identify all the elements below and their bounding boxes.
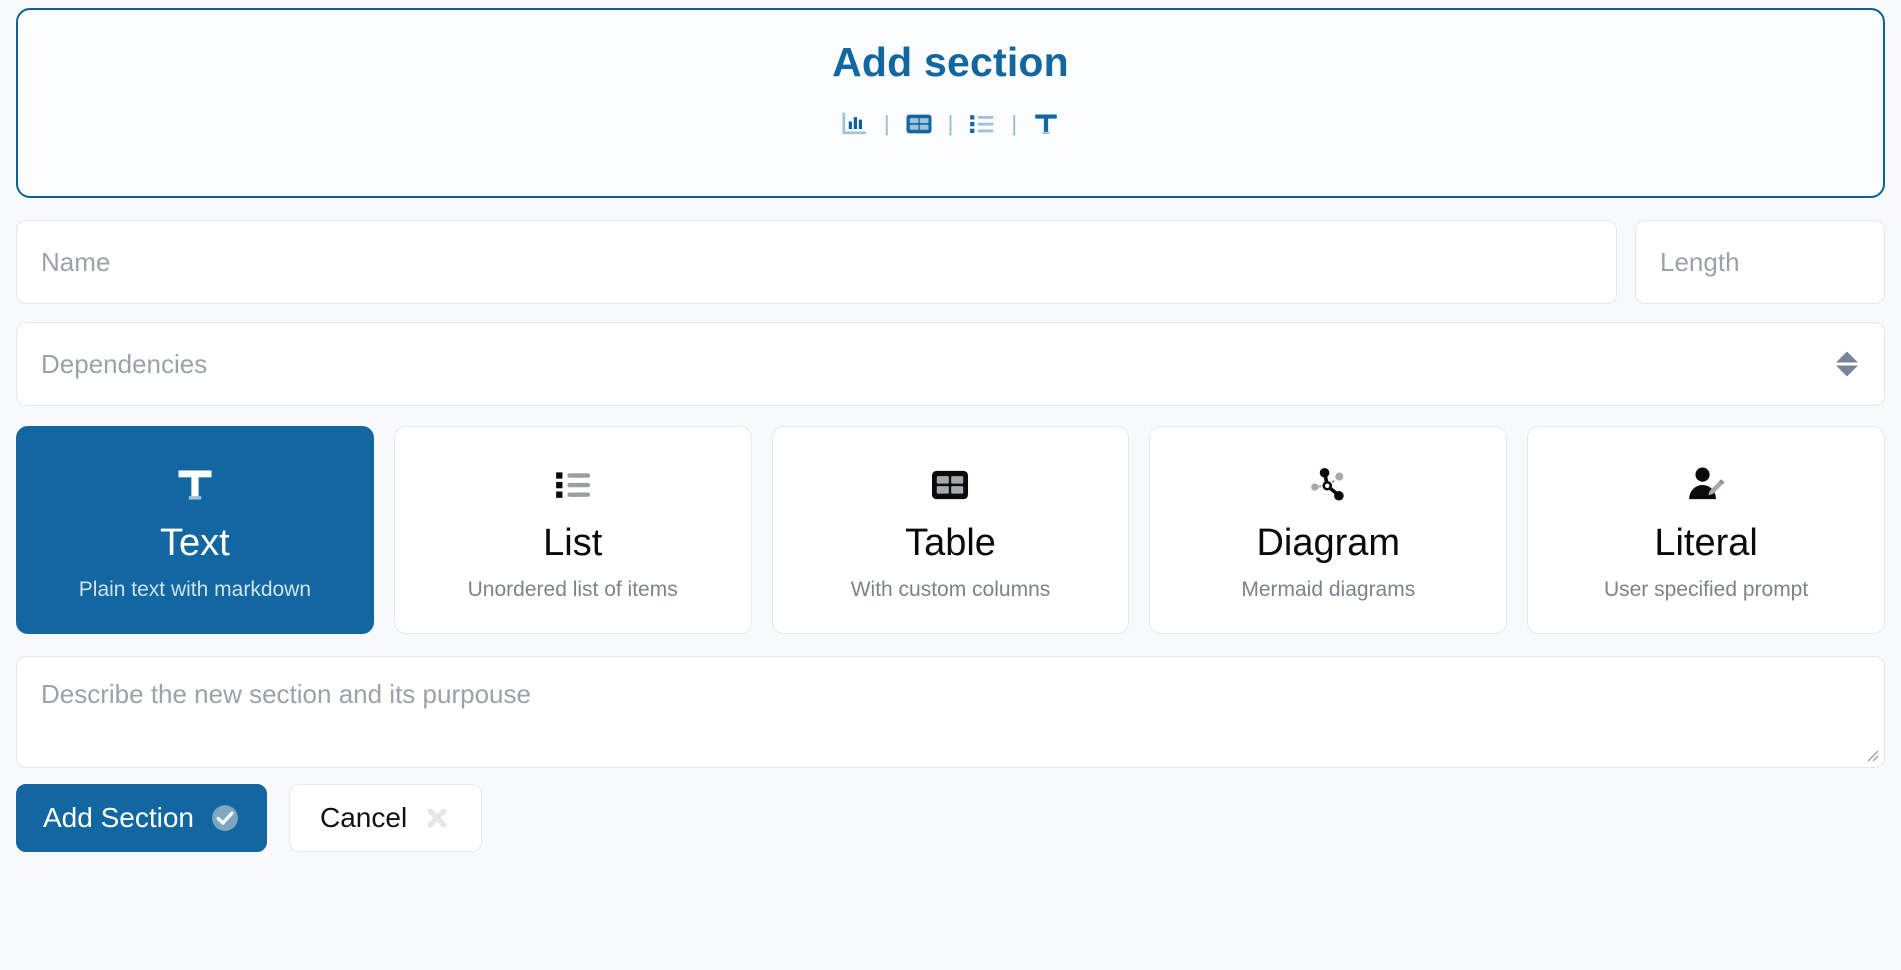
card-title: Text (160, 522, 230, 565)
check-circle-icon (210, 803, 240, 833)
separator: | (1011, 111, 1018, 136)
page-title: Add section (832, 39, 1069, 85)
section-type-card-literal[interactable]: Literal User specified prompt (1527, 426, 1885, 634)
card-title: Literal (1654, 522, 1758, 565)
description-placeholder: Describe the new section and its purpous… (41, 679, 531, 709)
table-icon[interactable] (904, 109, 934, 139)
cancel-button[interactable]: Cancel (289, 784, 483, 852)
section-type-cards: Text Plain text with markdown List Unord… (16, 426, 1885, 634)
header-icon-row: | | | (840, 109, 1061, 139)
section-type-card-list[interactable]: List Unordered list of items (393, 426, 752, 634)
resize-handle[interactable] (1864, 747, 1880, 763)
table-grid-icon (927, 458, 973, 512)
length-input[interactable]: Length (1635, 220, 1885, 304)
close-x-icon (423, 804, 451, 832)
cancel-label: Cancel (320, 802, 408, 833)
user-edit-icon (1683, 458, 1729, 512)
list-icon[interactable] (967, 109, 997, 139)
add-section-label: Add Section (43, 802, 194, 833)
separator: | (883, 111, 890, 136)
card-title: List (543, 522, 603, 565)
bar-chart-icon[interactable] (840, 109, 870, 139)
separator: | (947, 111, 954, 136)
chevron-up-icon (1836, 351, 1858, 363)
node-graph-icon (1305, 458, 1351, 512)
bulleted-list-icon (550, 458, 596, 512)
add-section-button[interactable]: Add Section (16, 784, 267, 852)
name-input[interactable]: Name (16, 220, 1617, 304)
dependencies-select[interactable]: Dependencies (16, 322, 1885, 406)
card-description: With custom columns (850, 577, 1051, 601)
section-type-card-table[interactable]: Table With custom columns (771, 426, 1130, 634)
text-icon[interactable] (1031, 109, 1061, 139)
card-title: Diagram (1256, 522, 1401, 565)
text-t-icon (172, 458, 218, 512)
chevron-down-icon (1836, 365, 1858, 377)
header-panel: Add section | | | (16, 8, 1885, 198)
card-description: User specified prompt (1603, 577, 1809, 601)
add-section-dialog: Add section | | | Name Length Dependenci… (0, 0, 1901, 970)
card-description: Plain text with markdown (78, 577, 312, 601)
name-length-row: Name Length (16, 220, 1885, 304)
card-title: Table (905, 522, 996, 565)
card-description: Mermaid diagrams (1241, 577, 1416, 601)
dialog-actions: Add Section Cancel (16, 784, 1885, 852)
card-description: Unordered list of items (467, 577, 678, 601)
chevron-updown-icon[interactable] (1836, 351, 1858, 377)
dependencies-placeholder: Dependencies (41, 348, 208, 379)
description-textarea[interactable]: Describe the new section and its purpous… (16, 656, 1885, 768)
section-type-card-diagram[interactable]: Diagram Mermaid diagrams (1149, 426, 1508, 634)
section-type-card-text[interactable]: Text Plain text with markdown (16, 426, 374, 634)
